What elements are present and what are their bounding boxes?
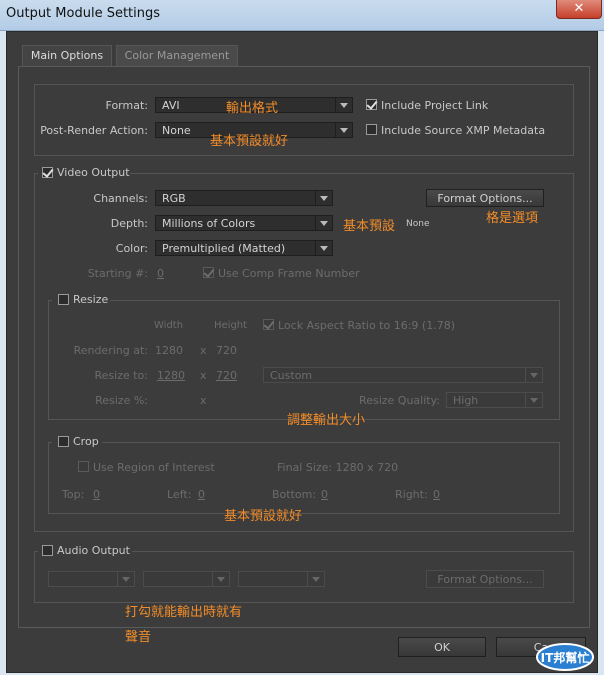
chevron-down-icon [315,191,332,205]
audio-output-label: Audio Output [57,544,130,557]
itbang-watermark-logo: IT邦幫忙 [536,643,594,671]
resize-to-height[interactable]: 720 [216,369,237,382]
channels-dropdown[interactable]: RGB [155,190,333,206]
crop-group [48,442,560,514]
include-xmp-checkbox[interactable] [366,124,377,135]
annotation-resize: 調整輸出大小 [287,413,366,428]
video-output-label: Video Output [57,166,130,179]
crop-right-value[interactable]: 0 [433,488,440,501]
chevron-down-icon [307,572,324,586]
resize-to-x: x [200,369,207,382]
window-title: Output Module Settings [6,6,161,21]
chevron-down-icon [525,393,542,407]
audio-channels-dropdown[interactable] [238,571,325,587]
resize-to-width[interactable]: 1280 [157,369,185,382]
chevron-down-icon [315,241,332,255]
depth-dropdown[interactable]: Millions of Colors [155,215,333,231]
resize-percent-x: x [200,394,207,407]
chevron-down-icon [212,572,229,586]
use-comp-frame-checkbox[interactable] [203,267,214,278]
resize-preset-value: Custom [270,369,313,382]
format-group [34,84,574,156]
audio-output-checkbox[interactable] [42,545,53,556]
depth-label: Depth: [110,217,148,230]
resize-label: Resize [73,293,109,306]
resize-to-label: Resize to: [94,369,149,382]
crop-left-value[interactable]: 0 [198,488,205,501]
resize-quality-dropdown[interactable]: High [446,392,543,408]
channels-value: RGB [162,192,186,205]
resize-checkbox[interactable] [58,294,69,305]
lock-aspect-label: Lock Aspect Ratio to 16:9 (1.78) [278,319,455,332]
format-info-text: None [406,219,430,229]
resize-percent-label: Resize %: [95,394,148,407]
chevron-down-icon [117,572,134,586]
watermark-text: IT邦幫忙 [541,650,590,665]
audio-depth-dropdown[interactable] [143,571,230,587]
include-xmp-label: Include Source XMP Metadata [381,124,546,137]
channels-label: Channels: [93,192,148,205]
close-button[interactable]: ✕ [556,0,602,19]
depth-value: Millions of Colors [162,217,256,230]
annotation-depth: 基本預設 [343,219,396,234]
color-label: Color: [115,242,148,255]
format-options-button[interactable]: Format Options... [426,189,544,207]
final-size-text: Final Size: 1280 x 720 [277,461,399,474]
resize-preset-dropdown[interactable]: Custom [263,367,543,383]
post-render-value: None [162,124,191,137]
color-value: Premultiplied (Matted) [162,242,286,255]
crop-top-label: Top: [62,488,85,501]
crop-left-label: Left: [167,488,192,501]
use-roi-label: Use Region of Interest [93,461,215,474]
crop-bottom-label: Bottom: [272,488,317,501]
audio-rate-dropdown[interactable] [48,571,135,587]
rendering-x: x [200,344,207,357]
chevron-down-icon [315,216,332,230]
annotation-crop: 基本預設就好 [224,509,303,524]
annotation-format-options: 格是選項 [486,211,539,226]
video-output-checkbox[interactable] [42,167,53,178]
annotation-post-render: 基本預設就好 [210,134,289,149]
annotation-format: 輸出格式 [226,101,279,116]
resize-quality-label: Resize Quality: [359,394,440,407]
use-roi-checkbox[interactable] [78,461,89,472]
include-project-link-checkbox[interactable] [366,99,377,110]
tab-color-management[interactable]: Color Management [116,45,238,66]
color-dropdown[interactable]: Premultiplied (Matted) [155,240,333,256]
chevron-down-icon [335,123,352,137]
crop-top-value[interactable]: 0 [93,488,100,501]
format-value: AVI [162,99,180,112]
rendering-height: 720 [216,344,237,357]
starting-label: Starting #: [87,267,148,280]
crop-right-label: Right: [395,488,428,501]
height-header: Height [214,320,248,331]
rendering-width: 1280 [155,344,183,357]
use-comp-frame-label: Use Comp Frame Number [218,267,360,280]
resize-quality-value: High [453,394,479,407]
crop-label: Crop [73,435,99,448]
tab-main-options[interactable]: Main Options [22,45,112,66]
rendering-at-label: Rendering at: [73,344,148,357]
width-header: Width [154,320,184,331]
chevron-down-icon [525,368,542,382]
crop-bottom-value[interactable]: 0 [321,488,328,501]
format-label: Format: [105,99,148,112]
annotation-audio-2: 聲音 [125,630,152,645]
lock-aspect-checkbox[interactable] [263,319,274,330]
chevron-down-icon [335,98,352,112]
post-render-label: Post-Render Action: [40,124,148,137]
annotation-audio: 打勾就能輸出時就有 [125,605,243,620]
include-project-link-label: Include Project Link [381,99,489,112]
audio-format-options-button[interactable]: Format Options... [426,570,544,588]
starting-value[interactable]: 0 [157,267,164,280]
ok-button[interactable]: OK [398,637,486,657]
crop-checkbox[interactable] [58,436,69,447]
